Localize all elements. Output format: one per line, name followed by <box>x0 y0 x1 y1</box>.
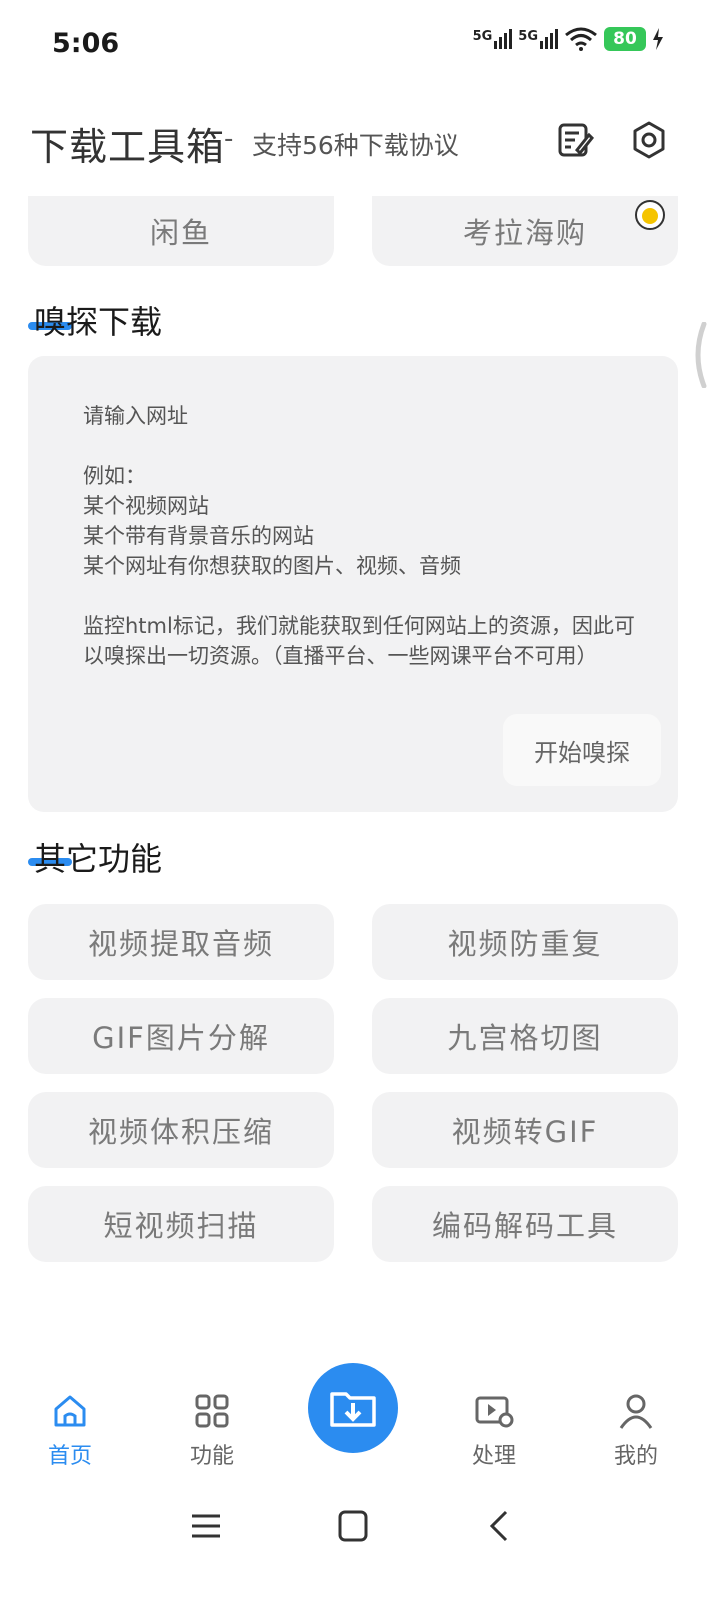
grid-cut-button[interactable]: 九宫格切图 <box>372 998 678 1074</box>
status-time: 5:06 <box>52 28 120 59</box>
short-video-scan-button[interactable]: 短视频扫描 <box>28 1186 334 1262</box>
notes-edit-icon[interactable] <box>555 120 595 160</box>
other-section-title: 其它功能 <box>34 840 163 878</box>
floating-assistant-icon[interactable] <box>633 197 667 231</box>
codec-tool-button[interactable]: 编码解码工具 <box>372 1186 678 1262</box>
nav-process[interactable]: 处理 <box>454 1392 534 1470</box>
back-icon[interactable] <box>478 1506 522 1546</box>
grid-icon <box>195 1394 229 1428</box>
settings-icon[interactable] <box>629 120 669 160</box>
nav-mine-label: 我的 <box>613 1444 658 1469</box>
video-compress-button[interactable]: 视频体积压缩 <box>28 1092 334 1168</box>
xianyu-button[interactable]: 闲鱼 <box>28 196 334 266</box>
wifi-icon <box>565 27 597 51</box>
app-subtitle: 支持56种下载协议 <box>252 131 459 160</box>
nav-home-label: 首页 <box>47 1444 92 1469</box>
battery-icon: 80 <box>604 27 646 51</box>
download-folder-icon <box>330 1392 376 1427</box>
nav-home[interactable]: 首页 <box>30 1392 110 1470</box>
video-process-icon <box>475 1396 514 1428</box>
url-input-area[interactable]: 请输入网址 例如： 某个视频网站 某个带有背景音乐的网站 某个网址有你想获取的图… <box>28 356 678 812</box>
nav-mine[interactable]: 我的 <box>596 1392 676 1470</box>
user-icon <box>619 1394 653 1429</box>
home-icon <box>54 1395 86 1427</box>
extract-audio-button[interactable]: 视频提取音频 <box>28 904 334 980</box>
status-icons: 5G 5G 80 <box>473 27 664 51</box>
app-title: 下载工具箱 <box>30 125 226 169</box>
title-separator: - <box>224 124 234 154</box>
signal-icon-2: 5G <box>518 29 558 49</box>
charging-icon <box>653 28 663 50</box>
video-to-gif-button[interactable]: 视频转GIF <box>372 1092 678 1168</box>
download-fab[interactable] <box>308 1363 398 1453</box>
home-square-icon[interactable] <box>331 1506 375 1546</box>
sniff-section-title: 嗅探下载 <box>34 303 163 341</box>
nav-features[interactable]: 功能 <box>172 1392 252 1470</box>
gif-split-button[interactable]: GIF图片分解 <box>28 998 334 1074</box>
video-dedup-button[interactable]: 视频防重复 <box>372 904 678 980</box>
nav-process-label: 处理 <box>471 1444 516 1469</box>
nav-features-label: 功能 <box>189 1444 234 1469</box>
menu-icon[interactable] <box>184 1506 228 1546</box>
signal-icon-1: 5G <box>473 29 513 49</box>
start-sniff-button[interactable]: 开始嗅探 <box>503 714 661 786</box>
status-bar: 5:06 5G 5G 80 <box>0 0 720 92</box>
side-drawer-handle[interactable] <box>688 322 708 388</box>
url-input-placeholder: 请输入网址 例如： 某个视频网站 某个带有背景音乐的网站 某个网址有你想获取的图… <box>83 404 635 668</box>
